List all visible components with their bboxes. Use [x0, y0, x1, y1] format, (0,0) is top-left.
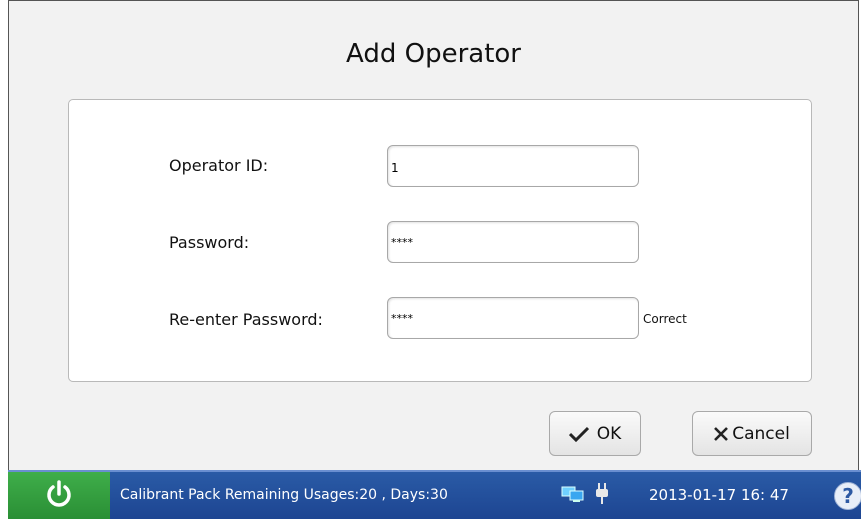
- password-label: Password:: [169, 233, 250, 252]
- status-bar: Calibrant Pack Remaining Usages:20 , Day…: [8, 470, 861, 519]
- operator-form-panel: Operator ID: Password: Re-enter Password…: [68, 99, 812, 382]
- calibrant-status-text: Calibrant Pack Remaining Usages:20 , Day…: [120, 487, 448, 503]
- power-button[interactable]: [8, 472, 110, 519]
- operator-id-label: Operator ID:: [169, 156, 269, 175]
- cancel-button-label: Cancel: [732, 423, 790, 444]
- ok-button[interactable]: OK: [549, 411, 641, 456]
- help-symbol: ?: [842, 484, 854, 508]
- password-input[interactable]: [387, 221, 639, 263]
- help-icon[interactable]: ?: [834, 482, 861, 510]
- network-icon: [561, 485, 585, 507]
- plug-icon: [595, 483, 609, 509]
- datetime-display: 2013-01-17 16: 47: [649, 486, 789, 504]
- close-icon: [714, 426, 729, 441]
- checkmark-icon: [568, 426, 589, 442]
- power-icon: [44, 479, 74, 513]
- password-match-status: Correct: [643, 312, 687, 326]
- operator-id-input[interactable]: [387, 145, 639, 187]
- add-operator-window: Add Operator Operator ID: Password: Re-e…: [8, 0, 859, 470]
- reenter-password-label: Re-enter Password:: [169, 310, 323, 329]
- ok-button-label: OK: [596, 423, 622, 444]
- reenter-password-input[interactable]: [387, 297, 639, 339]
- cancel-button[interactable]: Cancel: [692, 411, 812, 456]
- page-title: Add Operator: [346, 39, 521, 69]
